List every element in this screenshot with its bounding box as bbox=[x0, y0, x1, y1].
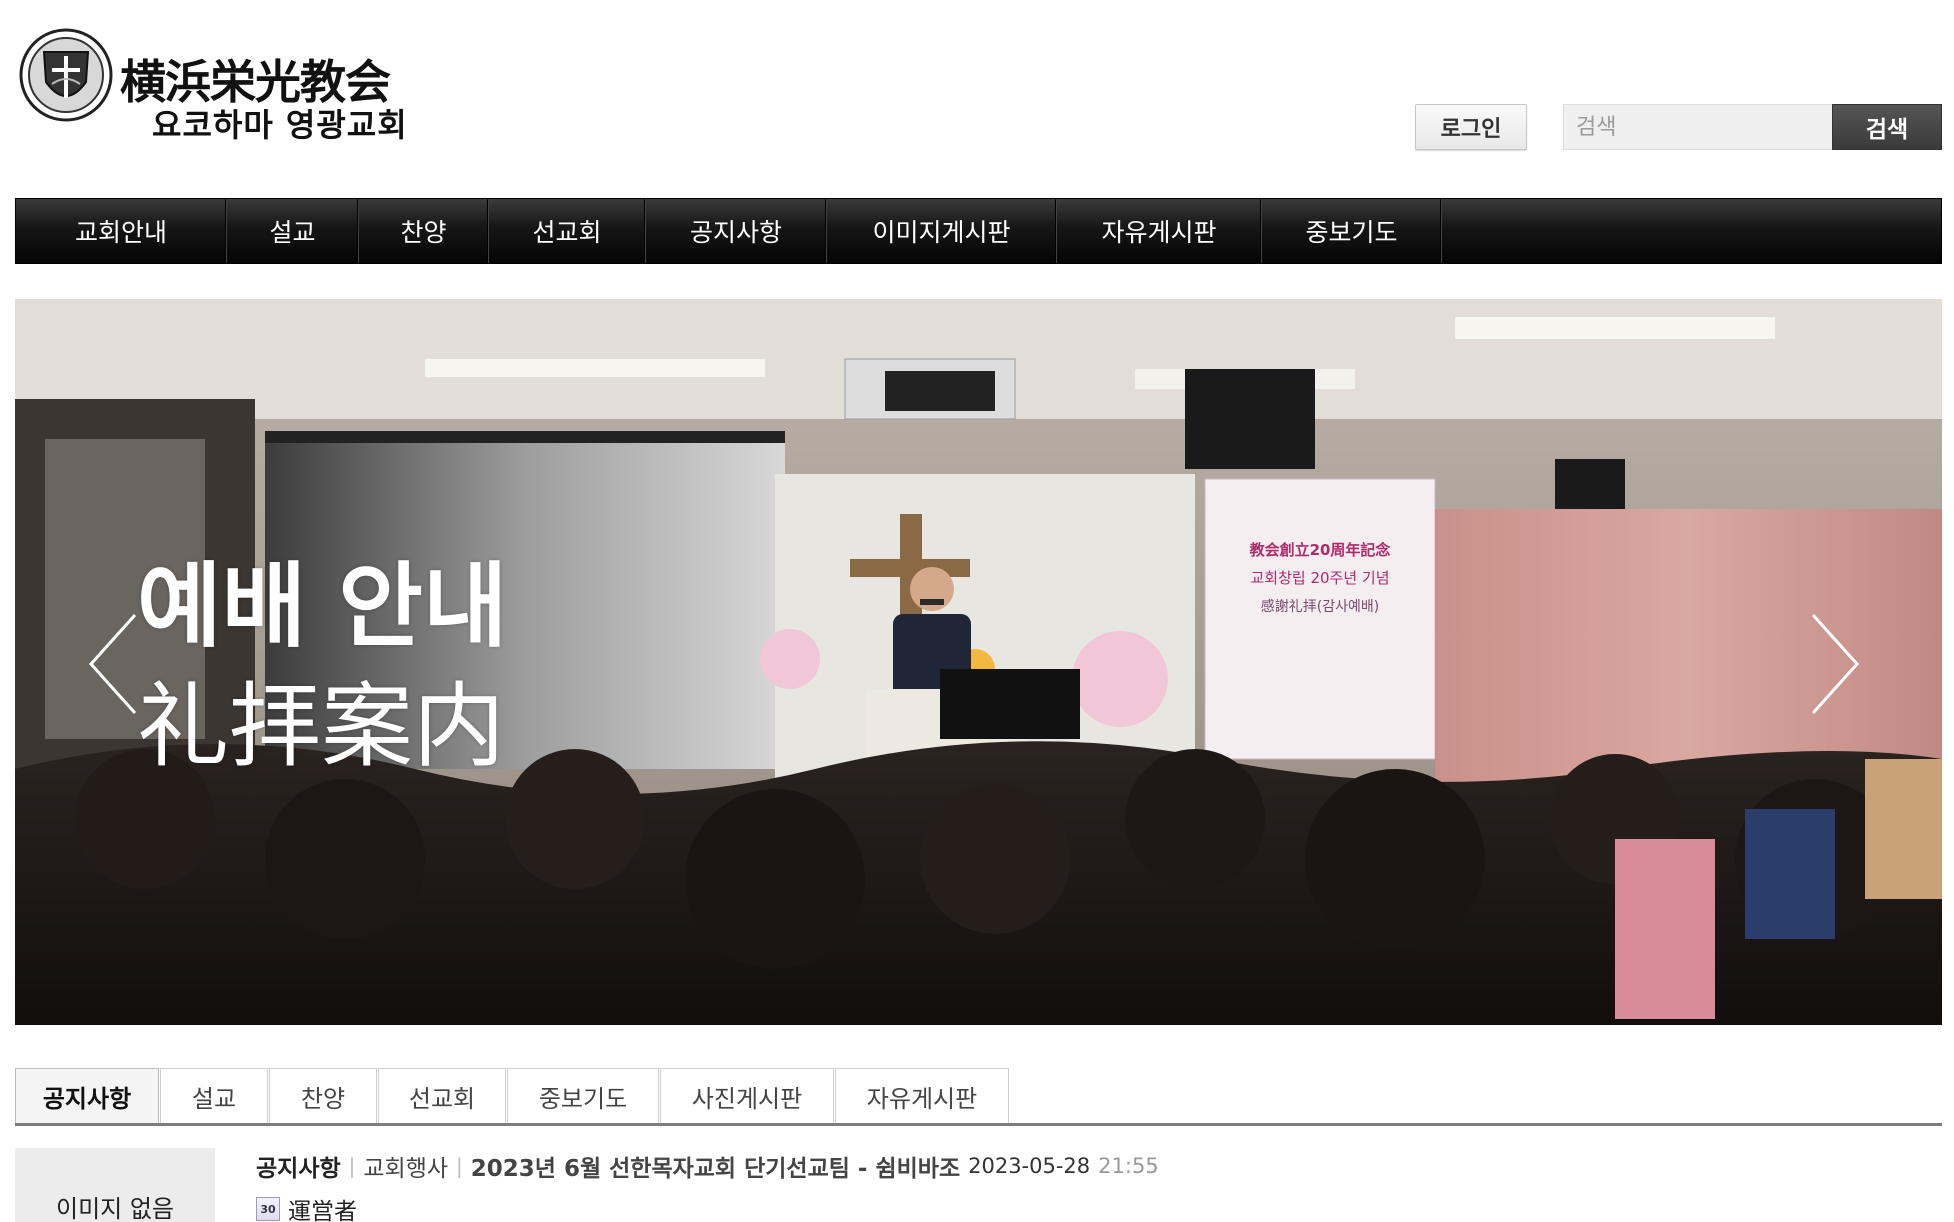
post-thumbnail[interactable]: 이미지 없음 bbox=[15, 1148, 215, 1222]
hero-title-japanese: 礼拝案内 bbox=[137, 672, 506, 780]
post-time: 21:55 bbox=[1098, 1154, 1159, 1178]
tab-notice[interactable]: 공지사항 bbox=[15, 1068, 159, 1123]
separator: | bbox=[348, 1154, 356, 1178]
chevron-left-icon[interactable] bbox=[83, 609, 143, 719]
nav-item-image-board[interactable]: 이미지게시판 bbox=[827, 199, 1057, 263]
post-title[interactable]: 2023년 6월 선한목자교회 단기선교팀 - 쉼비바조 bbox=[471, 1149, 960, 1183]
chevron-right-icon[interactable] bbox=[1805, 609, 1865, 719]
nav-item-mission[interactable]: 선교회 bbox=[489, 199, 646, 263]
hero-slider: 教会創立20周年記念 교회창립 20주년 기념 感謝礼拝(감사예배) 예배 안내… bbox=[15, 299, 1942, 1025]
nav-item-praise[interactable]: 찬양 bbox=[359, 199, 489, 263]
nav-item-notice[interactable]: 공지사항 bbox=[646, 199, 827, 263]
search-button[interactable]: 검색 bbox=[1832, 104, 1942, 150]
nav-item-sermon[interactable]: 설교 bbox=[227, 199, 359, 263]
hero-title: 예배 안내 礼拝案内 bbox=[137, 547, 508, 786]
nav-item-free-board[interactable]: 자유게시판 bbox=[1057, 199, 1262, 263]
post-board-name[interactable]: 공지사항 bbox=[256, 1149, 341, 1183]
separator: | bbox=[456, 1154, 463, 1178]
tab-free-board[interactable]: 자유게시판 bbox=[835, 1068, 1009, 1123]
logo-korean-name: 요코하마 영광교회 bbox=[152, 106, 408, 144]
banner-text-line2: 교회창립 20주년 기념 bbox=[1250, 569, 1389, 587]
nav-item-church-info[interactable]: 교회안내 bbox=[16, 199, 227, 263]
hero-title-korean: 예배 안내 bbox=[137, 553, 508, 660]
nav-item-intercession[interactable]: 중보기도 bbox=[1262, 199, 1442, 263]
banner-text-line1: 教会創立20周年記念 bbox=[1249, 541, 1391, 559]
site-logo[interactable]: 横浜栄光教会 요코하마 영광교회 bbox=[18, 26, 418, 144]
tab-praise[interactable]: 찬양 bbox=[269, 1068, 377, 1123]
church-emblem-icon bbox=[19, 28, 113, 122]
main-nav: 교회안내 설교 찬양 선교회 공지사항 이미지게시판 자유게시판 중보기도 bbox=[15, 198, 1942, 264]
search-input[interactable] bbox=[1563, 104, 1833, 150]
post-header: 공지사항 | 교회행사 | 2023년 6월 선한목자교회 단기선교팀 - 쉼비… bbox=[256, 1148, 1159, 1184]
tab-sermon[interactable]: 설교 bbox=[160, 1068, 268, 1123]
member-level-icon: 30 bbox=[256, 1197, 280, 1221]
board-tabs: 공지사항 설교 찬양 선교회 중보기도 사진게시판 자유게시판 bbox=[15, 1068, 1942, 1126]
post-author[interactable]: 30 運営者 bbox=[256, 1194, 357, 1222]
banner-text-line3: 感謝礼拝(감사예배) bbox=[1261, 598, 1379, 615]
tab-mission[interactable]: 선교회 bbox=[378, 1068, 506, 1123]
author-name: 運営者 bbox=[288, 1199, 357, 1222]
post-category[interactable]: 교회행사 bbox=[363, 1149, 448, 1183]
tab-photo-board[interactable]: 사진게시판 bbox=[660, 1068, 834, 1123]
tab-intercession[interactable]: 중보기도 bbox=[507, 1068, 659, 1123]
post-date: 2023-05-28 bbox=[968, 1154, 1091, 1178]
login-button[interactable]: 로그인 bbox=[1415, 104, 1527, 150]
